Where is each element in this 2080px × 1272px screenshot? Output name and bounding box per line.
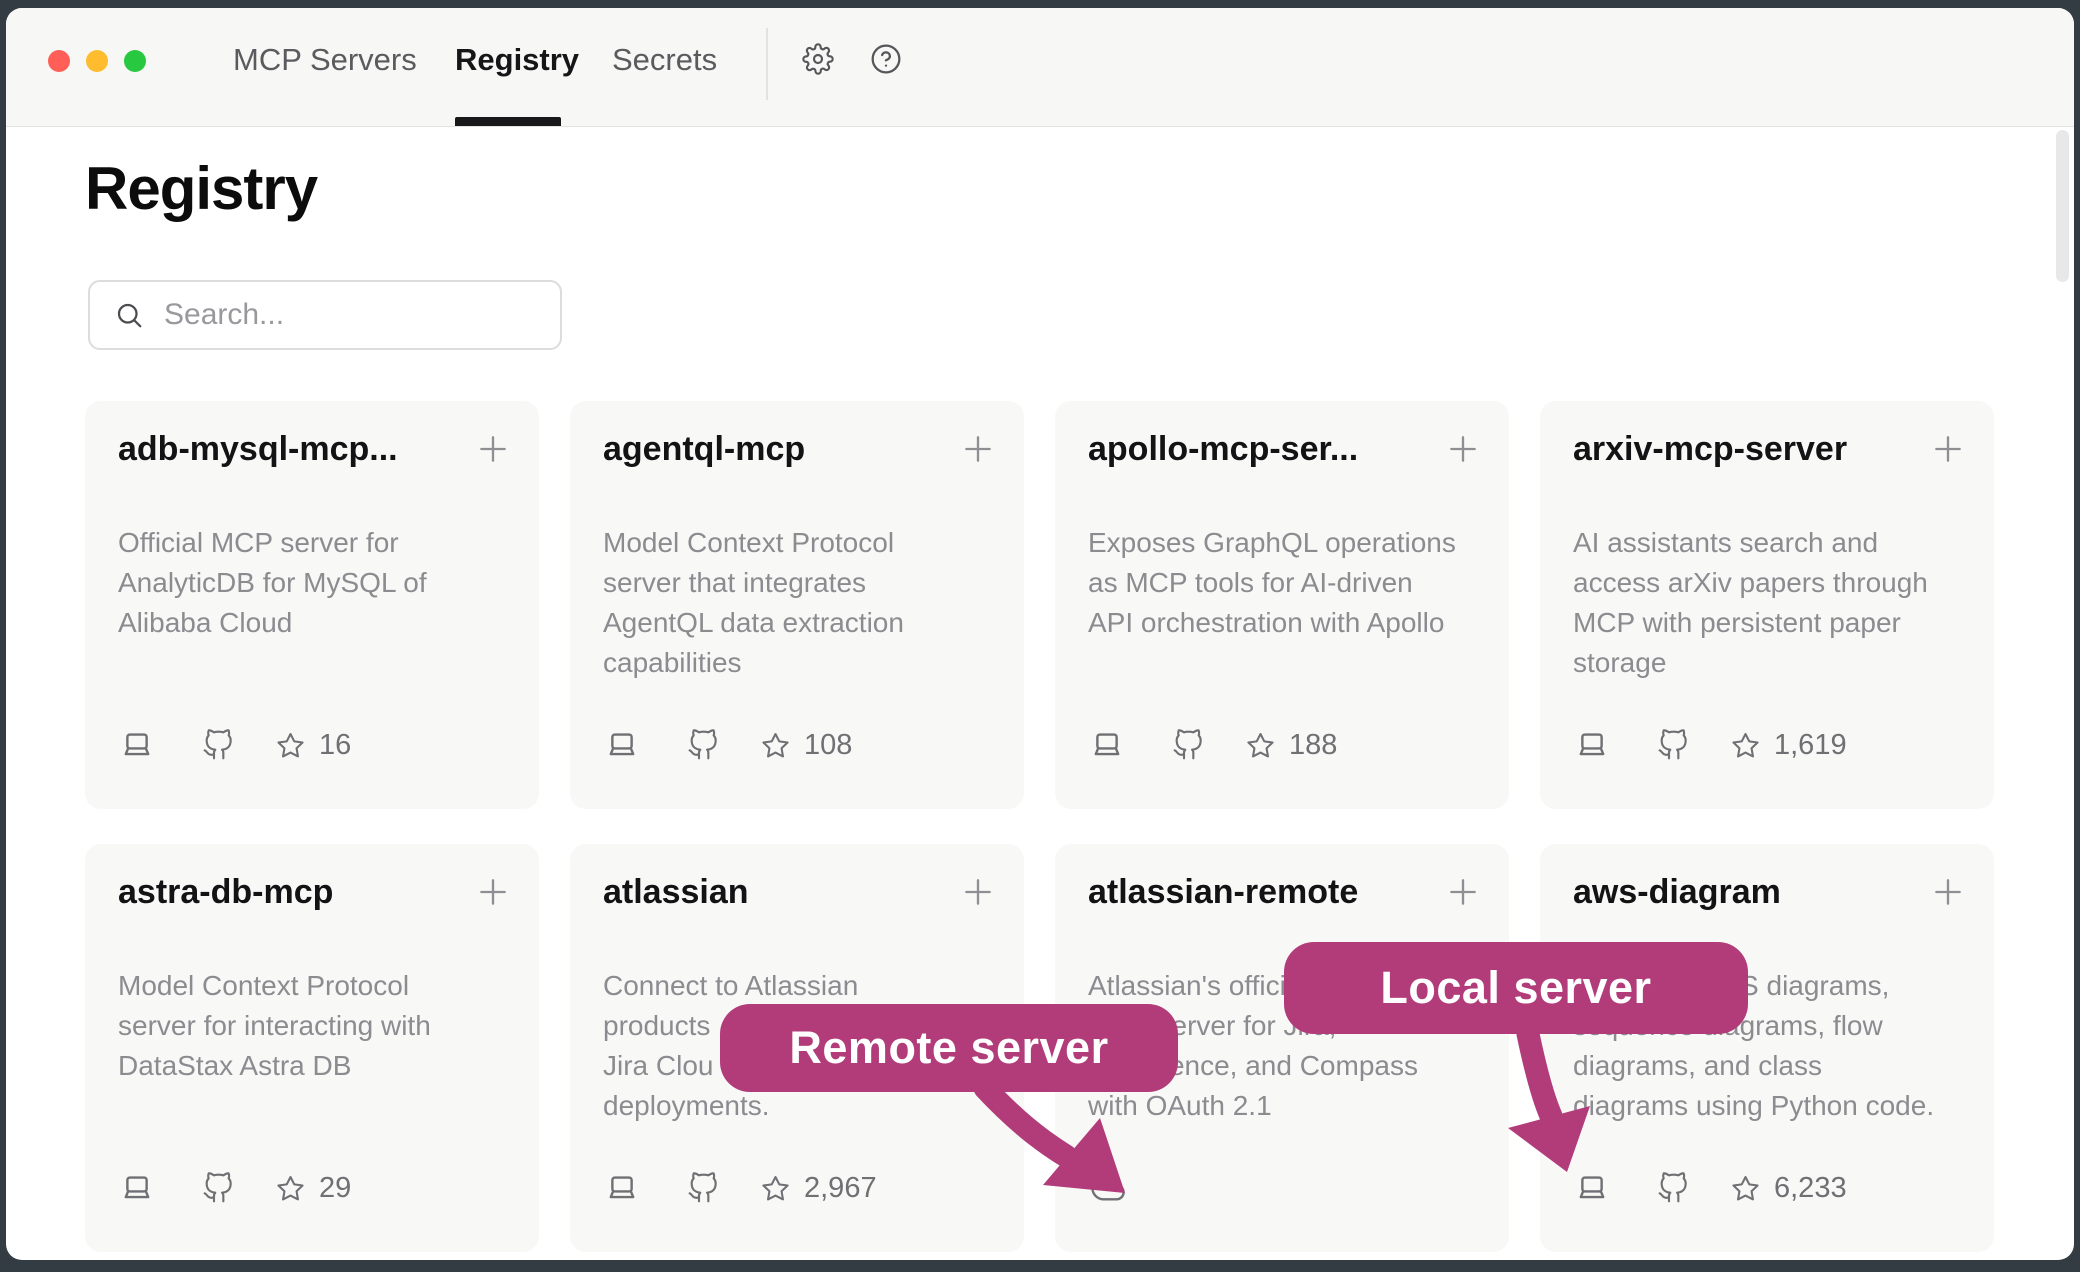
search-box[interactable] xyxy=(88,280,562,350)
zoom-window-button[interactable] xyxy=(124,50,146,72)
card-title: atlassian xyxy=(603,870,749,914)
add-server-button[interactable] xyxy=(1443,429,1483,469)
add-server-button[interactable] xyxy=(958,872,998,912)
server-card-arxiv-mcp-server[interactable]: arxiv-mcp-server AI assistants search an… xyxy=(1540,401,1994,809)
server-card-aws-diagram[interactable]: aws-diagram Generate AWS diagrams,sequen… xyxy=(1540,844,1994,1252)
star-icon xyxy=(276,1174,305,1203)
laptop-icon xyxy=(1573,728,1611,762)
add-server-button[interactable] xyxy=(473,429,513,469)
star-count: 188 xyxy=(1289,729,1337,762)
add-server-button[interactable] xyxy=(1443,872,1483,912)
titlebar: MCP Servers Registry Secrets xyxy=(6,8,2074,127)
star-icon xyxy=(276,731,305,760)
server-card-agentql-mcp[interactable]: agentql-mcp Model Context Protocolserver… xyxy=(570,401,1024,809)
laptop-icon xyxy=(118,1171,156,1205)
add-server-button[interactable] xyxy=(473,872,513,912)
laptop-icon xyxy=(118,728,156,762)
tab-mcp-servers[interactable]: MCP Servers xyxy=(233,42,417,78)
star-count: 29 xyxy=(319,1172,351,1205)
tab-secrets[interactable]: Secrets xyxy=(612,42,717,78)
star-count: 16 xyxy=(319,729,351,762)
star-count: 2,967 xyxy=(804,1172,877,1205)
laptop-icon xyxy=(1088,728,1126,762)
github-icon[interactable] xyxy=(1657,1172,1689,1204)
tab-registry[interactable]: Registry xyxy=(455,42,579,78)
search-icon xyxy=(114,300,144,330)
minimize-window-button[interactable] xyxy=(86,50,108,72)
card-title: astra-db-mcp xyxy=(118,870,333,914)
add-server-button[interactable] xyxy=(958,429,998,469)
github-icon[interactable] xyxy=(687,729,719,761)
card-description: Model Context Protocolserver that integr… xyxy=(603,523,994,683)
remote-server-callout: Remote server xyxy=(720,1004,1178,1092)
server-card-apollo-mcp-server[interactable]: apollo-mcp-ser... Exposes GraphQL operat… xyxy=(1055,401,1509,809)
star-icon xyxy=(761,1174,790,1203)
card-title: arxiv-mcp-server xyxy=(1573,427,1847,471)
star-icon xyxy=(1246,731,1275,760)
close-window-button[interactable] xyxy=(48,50,70,72)
laptop-icon xyxy=(603,728,641,762)
github-icon[interactable] xyxy=(1657,729,1689,761)
star-count: 1,619 xyxy=(1774,729,1847,762)
card-description: Exposes GraphQL operationsas MCP tools f… xyxy=(1088,523,1479,643)
card-title: adb-mysql-mcp... xyxy=(118,427,398,471)
github-icon[interactable] xyxy=(1172,729,1204,761)
active-tab-indicator xyxy=(455,117,561,126)
card-title: atlassian-remote xyxy=(1088,870,1358,914)
registry-card-grid: adb-mysql-mcp... Official MCP server for… xyxy=(85,401,1994,1252)
page-title: Registry xyxy=(85,154,317,223)
star-icon xyxy=(1731,1174,1760,1203)
github-icon[interactable] xyxy=(202,729,234,761)
gear-icon[interactable] xyxy=(802,43,834,75)
card-title: aws-diagram xyxy=(1573,870,1781,914)
search-input[interactable] xyxy=(164,298,544,332)
laptop-icon xyxy=(1573,1171,1611,1205)
server-card-adb-mysql-mcp[interactable]: adb-mysql-mcp... Official MCP server for… xyxy=(85,401,539,809)
app-window: MCP Servers Registry Secrets Registry ad… xyxy=(6,8,2074,1260)
star-count: 108 xyxy=(804,729,852,762)
laptop-icon xyxy=(603,1171,641,1205)
header-divider xyxy=(766,28,768,100)
add-server-button[interactable] xyxy=(1928,872,1968,912)
star-count: 6,233 xyxy=(1774,1172,1847,1205)
star-icon xyxy=(761,731,790,760)
cloud-icon xyxy=(1088,1171,1128,1205)
card-description: AI assistants search andaccess arXiv pap… xyxy=(1573,523,1964,683)
add-server-button[interactable] xyxy=(1928,429,1968,469)
help-icon[interactable] xyxy=(870,43,902,75)
github-icon[interactable] xyxy=(202,1172,234,1204)
card-title: agentql-mcp xyxy=(603,427,805,471)
local-server-callout: Local server xyxy=(1284,942,1748,1034)
card-description: Official MCP server forAnalyticDB for My… xyxy=(118,523,509,643)
card-description: Model Context Protocolserver for interac… xyxy=(118,966,509,1086)
scrollbar-thumb[interactable] xyxy=(2056,130,2069,282)
github-icon[interactable] xyxy=(687,1172,719,1204)
card-title: apollo-mcp-ser... xyxy=(1088,427,1358,471)
server-card-astra-db-mcp[interactable]: astra-db-mcp Model Context Protocolserve… xyxy=(85,844,539,1252)
star-icon xyxy=(1731,731,1760,760)
